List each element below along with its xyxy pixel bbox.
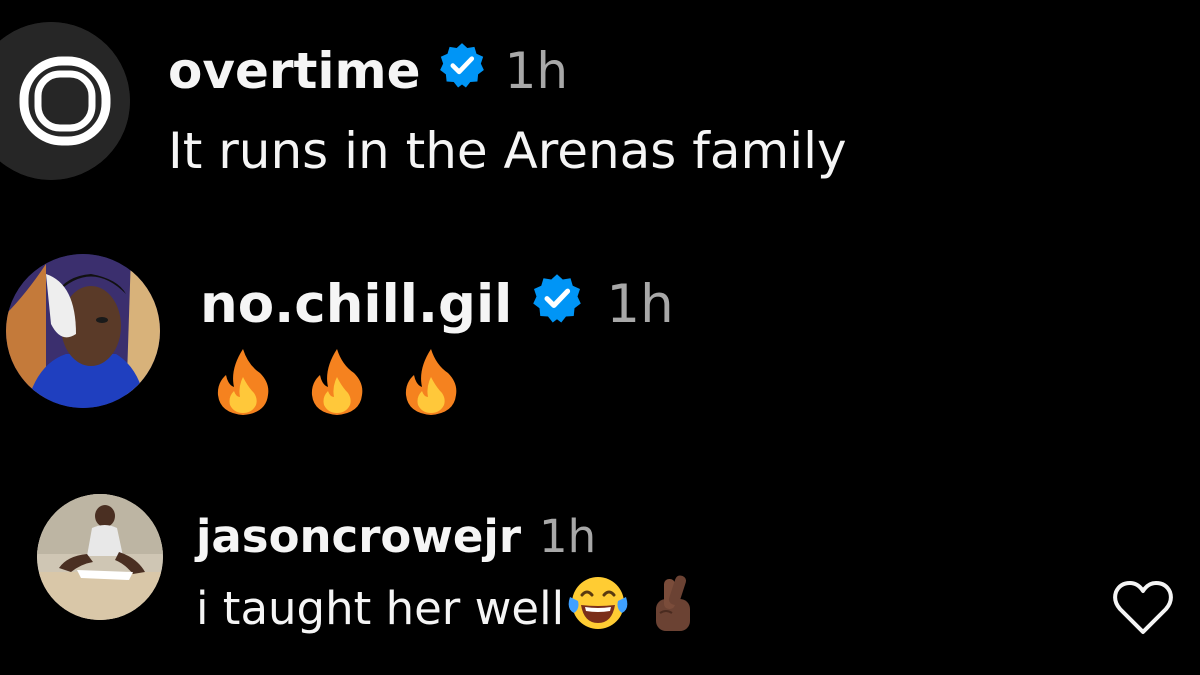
avatar[interactable]: [37, 494, 163, 620]
avatar[interactable]: [6, 254, 160, 408]
comment-text: [214, 349, 460, 424]
verified-badge-icon: [439, 42, 485, 100]
comment-text-content: i taught her well: [196, 581, 565, 635]
avatar[interactable]: [0, 22, 130, 180]
timestamp: 1h: [539, 509, 597, 563]
tears-of-joy-icon: [568, 575, 628, 642]
fire-icon: [214, 347, 272, 429]
comment-header: overtime 1h: [168, 40, 568, 102]
overtime-logo-icon: [0, 22, 130, 180]
verified-badge-icon: [532, 273, 582, 336]
user-photo-icon: [37, 494, 163, 620]
comment-header: no.chill.gil 1h: [200, 270, 674, 338]
like-heart-icon[interactable]: [1112, 580, 1174, 636]
username[interactable]: no.chill.gil: [200, 274, 512, 335]
user-photo-icon: [6, 254, 160, 408]
timestamp: 1h: [606, 273, 674, 335]
username[interactable]: jasoncrowejr: [196, 510, 521, 563]
comment-header: jasoncrowejr 1h: [196, 508, 596, 564]
crossed-fingers-icon: [650, 573, 696, 644]
comment-text: i taught her well: [196, 574, 696, 642]
fire-icon: [402, 347, 460, 429]
timestamp: 1h: [504, 42, 569, 100]
comment-text: It runs in the Arenas family: [168, 122, 847, 180]
fire-icon: [308, 347, 366, 429]
username[interactable]: overtime: [168, 42, 421, 100]
